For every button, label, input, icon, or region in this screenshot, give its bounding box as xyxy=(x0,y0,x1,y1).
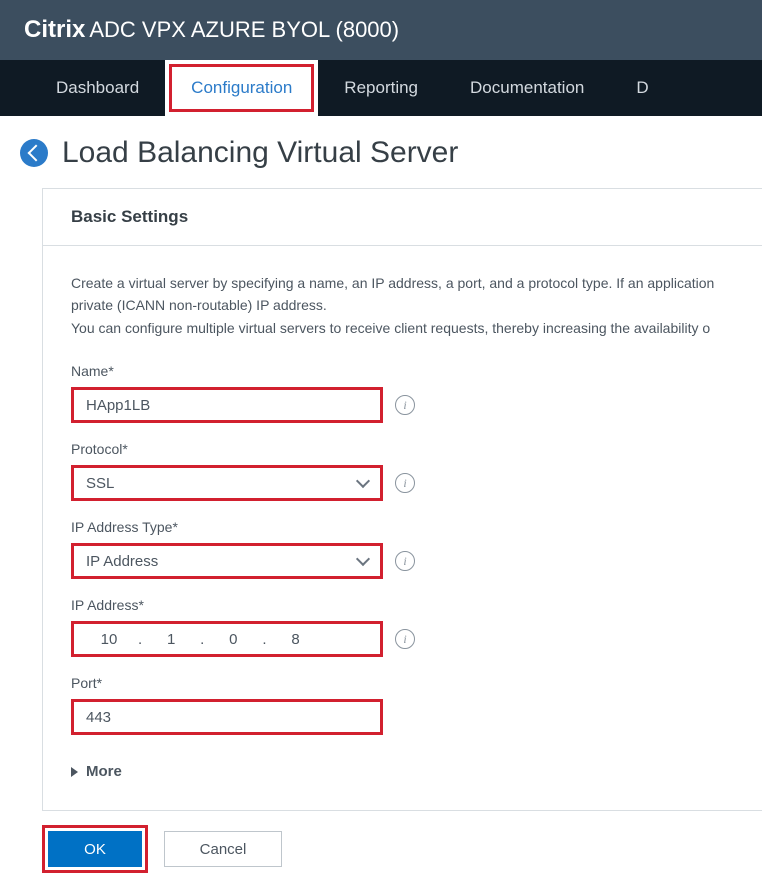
iptype-select[interactable]: IP Address xyxy=(71,543,383,579)
tab-overflow[interactable]: D xyxy=(610,60,674,116)
port-label: Port* xyxy=(71,675,734,691)
info-icon[interactable]: i xyxy=(395,395,415,415)
chevron-down-icon xyxy=(356,474,370,488)
info-icon[interactable]: i xyxy=(395,629,415,649)
ok-button[interactable]: OK xyxy=(48,831,142,867)
nav-tabs: Dashboard Configuration Reporting Docume… xyxy=(0,60,762,116)
ok-highlight: OK xyxy=(42,825,148,873)
info-icon[interactable]: i xyxy=(395,473,415,493)
tab-configuration[interactable]: Configuration xyxy=(165,60,318,116)
name-label: Name* xyxy=(71,363,734,379)
back-button[interactable] xyxy=(20,139,48,167)
iptype-label: IP Address Type* xyxy=(71,519,734,535)
ipaddr-input[interactable]: 10. 1. 0. 8 xyxy=(71,621,383,657)
port-input[interactable]: 443 xyxy=(71,699,383,735)
protocol-select[interactable]: SSL xyxy=(71,465,383,501)
chevron-down-icon xyxy=(356,552,370,566)
tab-documentation[interactable]: Documentation xyxy=(444,60,610,116)
brand-strong: Citrix xyxy=(24,16,85,44)
ipaddr-label: IP Address* xyxy=(71,597,734,613)
header-bar: Citrix ADC VPX AZURE BYOL (8000) xyxy=(0,0,762,60)
basic-settings-panel: Basic Settings Create a virtual server b… xyxy=(42,188,762,811)
tab-dashboard[interactable]: Dashboard xyxy=(30,60,165,116)
page-title-row: Load Balancing Virtual Server xyxy=(20,136,762,170)
more-toggle[interactable]: More xyxy=(71,753,734,790)
brand-suffix: ADC VPX AZURE BYOL (8000) xyxy=(89,17,399,43)
cancel-button[interactable]: Cancel xyxy=(164,831,282,867)
panel-intro: Create a virtual server by specifying a … xyxy=(71,272,734,339)
protocol-label: Protocol* xyxy=(71,441,734,457)
info-icon[interactable]: i xyxy=(395,551,415,571)
name-input[interactable]: HApp1LB xyxy=(71,387,383,423)
page-title: Load Balancing Virtual Server xyxy=(62,136,458,170)
panel-header: Basic Settings xyxy=(43,189,762,246)
arrow-left-icon xyxy=(27,145,44,162)
triangle-right-icon xyxy=(71,767,78,777)
tab-reporting[interactable]: Reporting xyxy=(318,60,444,116)
footer-buttons: OK Cancel xyxy=(42,825,762,873)
